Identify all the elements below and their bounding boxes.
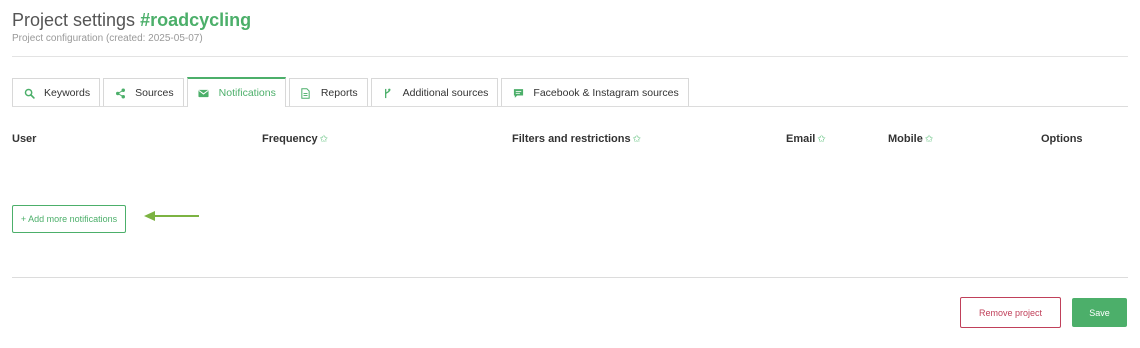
tabs-divider	[12, 106, 1128, 107]
page-title: Project settings #roadcycling	[12, 10, 251, 31]
footer-divider	[12, 277, 1128, 278]
tab-facebook-instagram-sources[interactable]: Facebook & Instagram sources	[501, 78, 689, 107]
tab-sources[interactable]: Sources	[103, 78, 184, 107]
star-icon: ✩	[632, 134, 641, 145]
tab-notifications-label: Notifications	[218, 87, 276, 99]
envelope-icon	[197, 86, 211, 100]
column-header-email: Email ✩	[786, 133, 826, 145]
tab-sources-label: Sources	[135, 87, 174, 99]
remove-project-button[interactable]: Remove project	[960, 297, 1061, 328]
tab-reports[interactable]: Reports	[288, 78, 368, 107]
chat-icon	[511, 86, 525, 100]
column-header-options: Options	[1041, 133, 1083, 145]
save-button[interactable]: Save	[1072, 298, 1127, 327]
column-mobile-label: Mobile	[888, 133, 923, 145]
column-filters-label: Filters and restrictions	[512, 133, 631, 145]
branch-icon	[381, 86, 395, 100]
column-email-label: Email	[786, 133, 816, 145]
header-divider	[12, 56, 1128, 57]
star-icon: ✩	[817, 134, 826, 145]
column-user-label: User	[12, 133, 37, 145]
project-tag: #roadcycling	[140, 10, 252, 30]
star-icon: ✩	[924, 134, 934, 145]
document-icon	[299, 86, 313, 100]
share-icon	[113, 86, 127, 100]
arrow-left-icon	[144, 211, 199, 221]
tab-additional-sources[interactable]: Additional sources	[370, 78, 499, 107]
search-icon	[22, 86, 36, 100]
page-subtitle: Project configuration (created: 2025-05-…	[12, 33, 203, 44]
add-notifications-button[interactable]: + Add more notifications	[12, 205, 126, 233]
column-header-mobile: Mobile ✩	[888, 133, 933, 145]
column-header-filters: Filters and restrictions ✩	[512, 133, 641, 145]
column-header-user: User	[12, 133, 36, 145]
tab-keywords-label: Keywords	[44, 87, 91, 99]
tab-additional-sources-label: Additional sources	[402, 87, 489, 99]
column-options-label: Options	[1041, 133, 1083, 145]
tab-facebook-instagram-sources-label: Facebook & Instagram sources	[533, 87, 679, 99]
tab-bar: Keywords Sources Notifications Reports A…	[12, 77, 692, 107]
tab-reports-label: Reports	[320, 87, 358, 99]
page-title-prefix: Project settings	[12, 10, 136, 30]
column-header-frequency: Frequency ✩	[262, 133, 328, 145]
star-icon: ✩	[319, 134, 329, 145]
tab-keywords[interactable]: Keywords	[12, 78, 101, 107]
column-frequency-label: Frequency	[262, 133, 318, 145]
tab-notifications[interactable]: Notifications	[186, 77, 286, 107]
